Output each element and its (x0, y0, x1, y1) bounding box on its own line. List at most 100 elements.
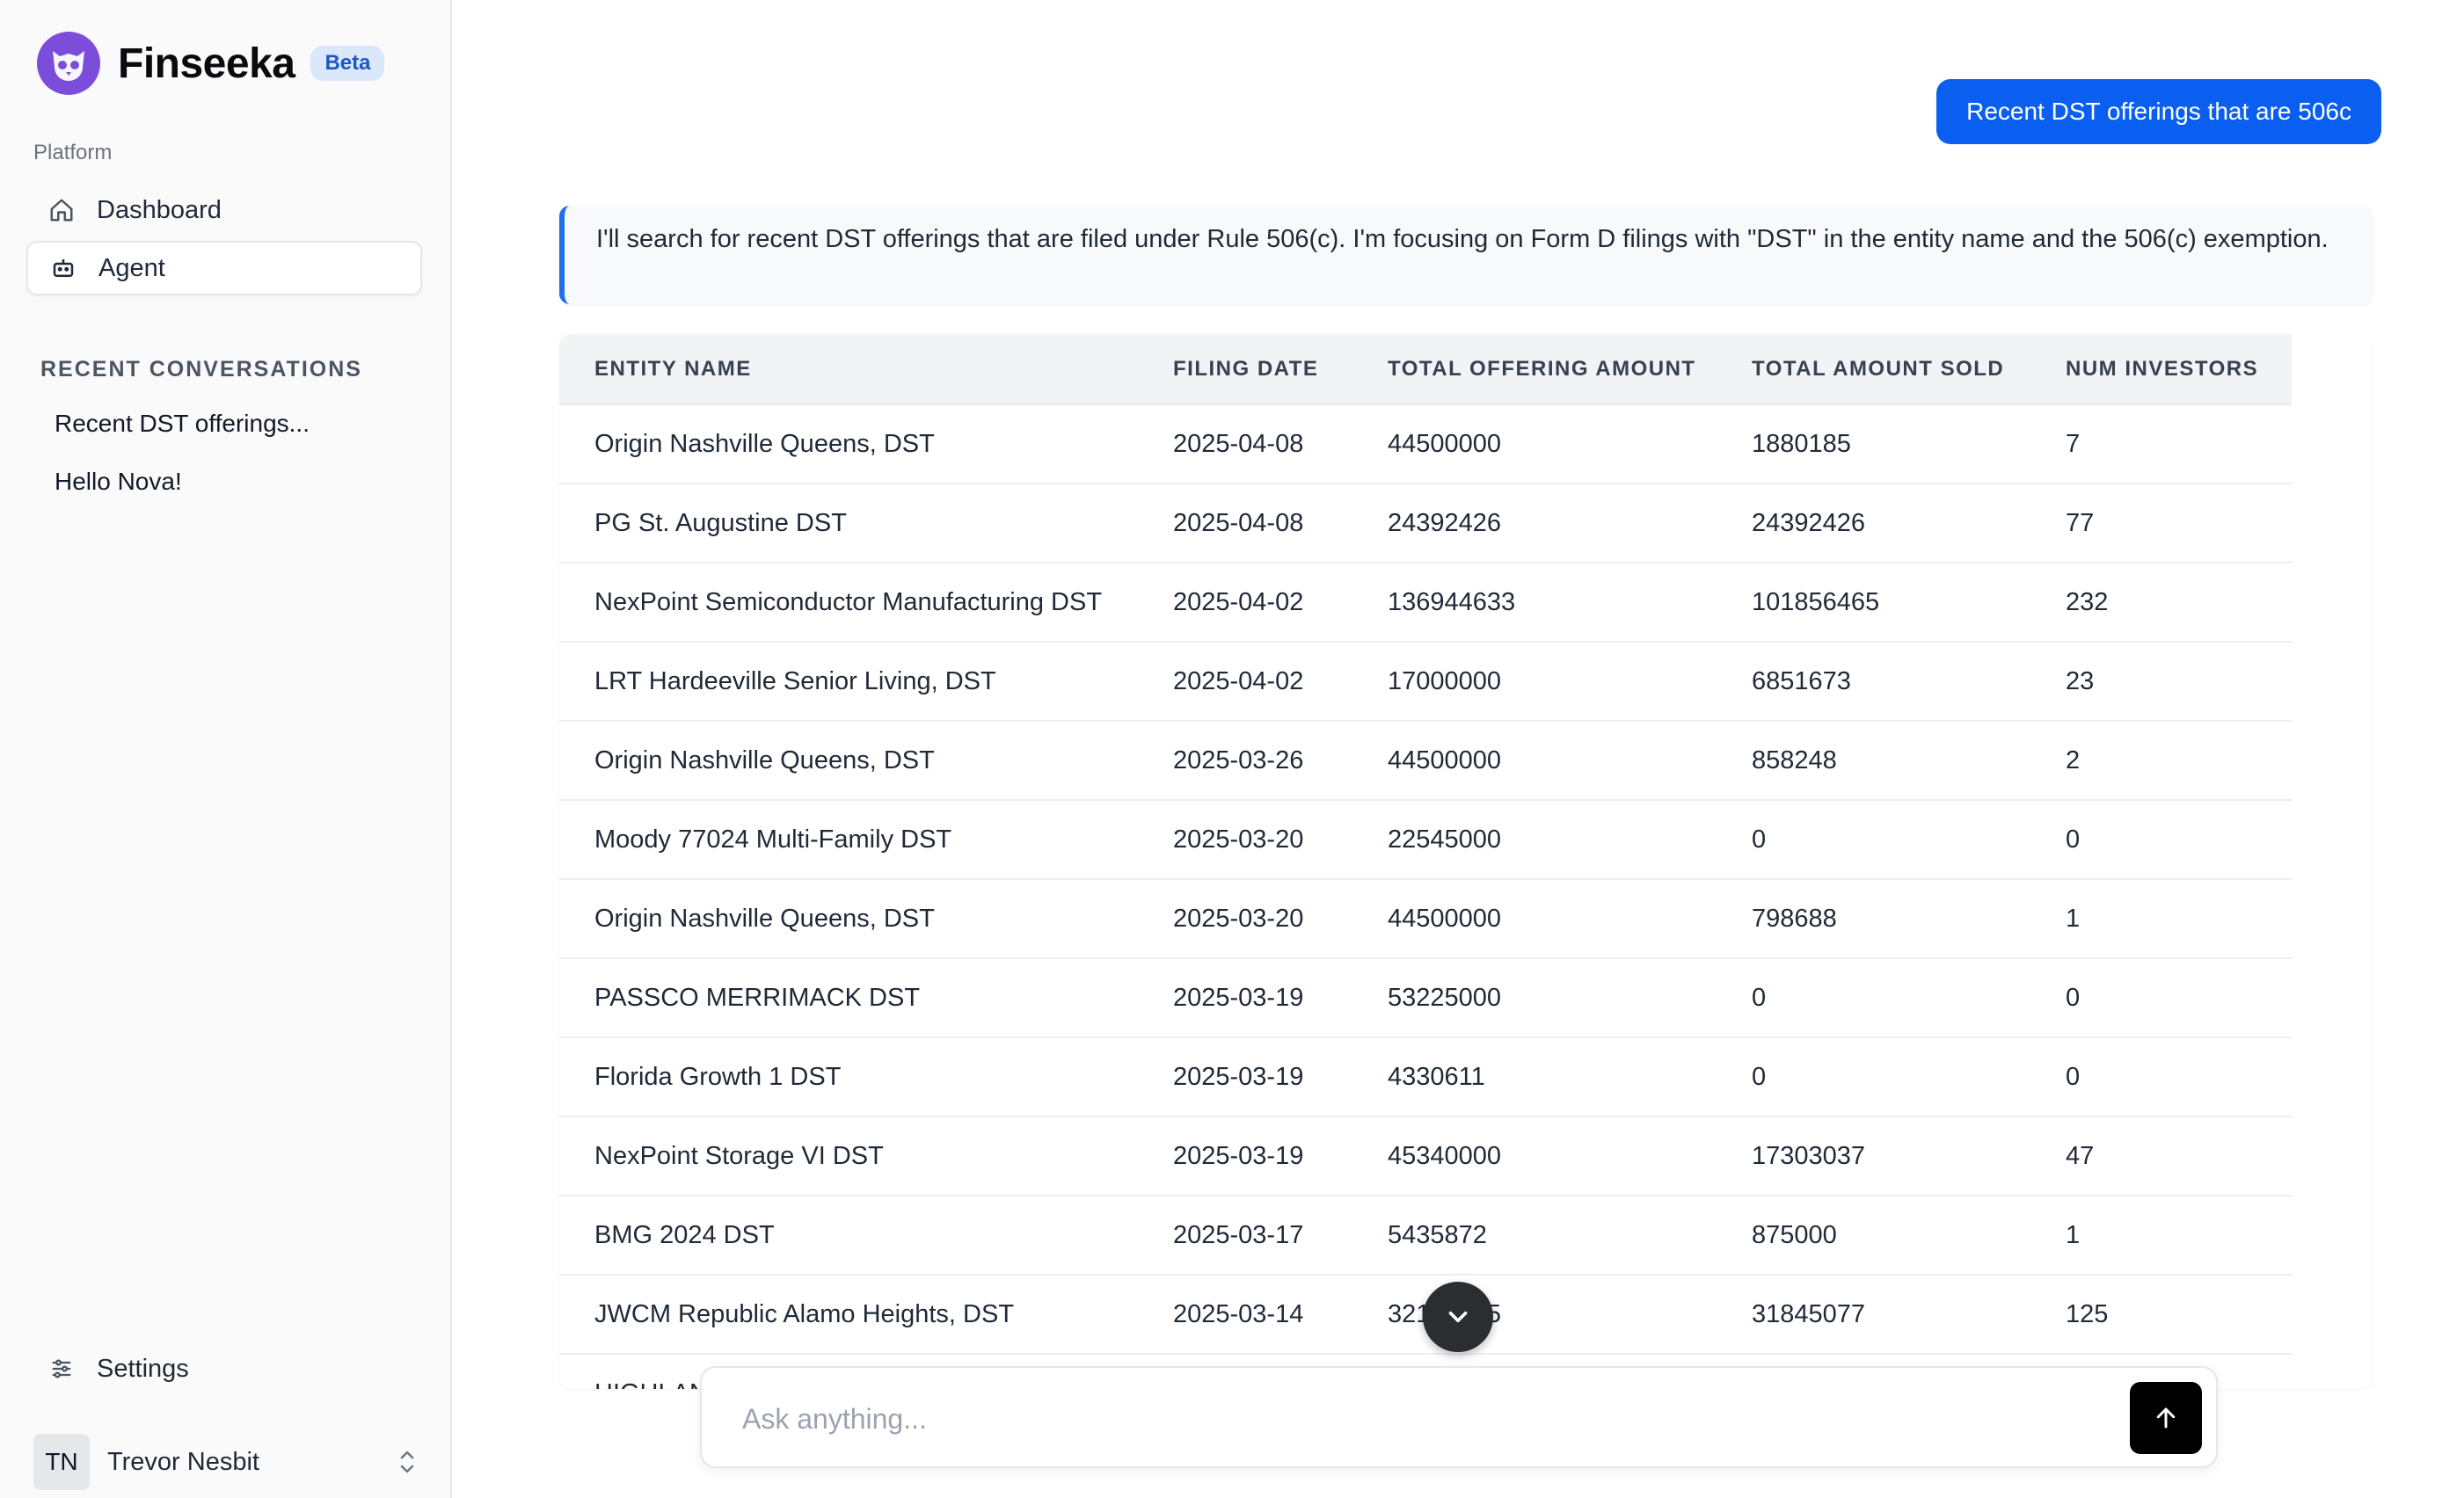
table-cell: 2 (2030, 721, 2292, 801)
table-cell: NexPoint Storage VI DST (559, 1116, 1138, 1196)
table-cell: 7 (2030, 404, 2292, 484)
table-cell: 5435872 (1352, 1196, 1717, 1276)
table-cell: NexPoint Semiconductor Manufacturing DST (559, 563, 1138, 643)
table-cell: 858248 (1717, 721, 2030, 801)
table-cell: BMG 2024 DST (559, 1196, 1138, 1276)
table-cell: 101856465 (1717, 563, 2030, 643)
owl-logo-icon (37, 32, 100, 95)
user-name: Trevor Nesbit (107, 1447, 259, 1476)
table-cell: 47 (2030, 1116, 2292, 1196)
table-cell: 2025-04-02 (1138, 642, 1352, 722)
table-cell: Origin Nashville Queens, DST (559, 721, 1138, 801)
results-table-card: ENTITY NAME FILING DATE TOTAL OFFERING A… (559, 334, 2373, 1389)
table-cell: 875000 (1717, 1196, 2030, 1276)
table-cell: 125 (2030, 1275, 2292, 1355)
table-row: Origin Nashville Queens, DST 2025-04-08 44… (559, 404, 2292, 484)
table-cell: 4330611 (1352, 1037, 1717, 1117)
table-cell: 798688 (1717, 879, 2030, 959)
sidebar-item-label: Agent (98, 253, 165, 282)
table-cell: 2025-03-26 (1138, 721, 1352, 801)
user-menu[interactable]: TN Trevor Nesbit (33, 1433, 420, 1491)
table-cell: 2025-04-08 (1138, 484, 1352, 564)
table-cell: 0 (2030, 1037, 2292, 1117)
table-cell: Origin Nashville Queens, DST (559, 879, 1138, 959)
platform-section-label: Platform (33, 141, 113, 164)
table-cell: 31845077 (1717, 1275, 2030, 1355)
send-button[interactable] (2130, 1382, 2202, 1454)
brand[interactable]: Finseeka Beta (37, 32, 385, 95)
table-cell: 2025-03-20 (1138, 800, 1352, 880)
table-cell: PG St. Augustine DST (559, 484, 1138, 564)
table-cell: 232 (2030, 563, 2292, 643)
table-cell: 136944633 (1352, 563, 1717, 643)
table-cell: 2025-03-19 (1138, 1116, 1352, 1196)
chat-input[interactable] (742, 1391, 2061, 1447)
arrow-up-icon (2156, 1407, 2176, 1429)
table-cell: 17000000 (1352, 642, 1717, 722)
table-cell: 24392426 (1717, 484, 2030, 564)
table-row: PASSCO MERRIMACK DST 2025-03-19 53225000 0 0 (559, 958, 2292, 1038)
table-cell: 32185245 (1352, 1275, 1717, 1355)
table-cell: 2025-03-14 (1138, 1275, 1352, 1355)
sidebar-item-label: Dashboard (97, 195, 222, 224)
table-cell: Moody 77024 Multi-Family DST (559, 800, 1138, 880)
chevron-down-icon (1448, 1311, 1468, 1323)
brand-name: Finseeka (118, 40, 295, 87)
sidebar-item-dashboard[interactable]: Dashboard (26, 183, 422, 237)
table-cell: 2025-04-02 (1138, 563, 1352, 643)
table-row: NexPoint Semiconductor Manufacturing DST… (559, 563, 2292, 643)
table-row: Origin Nashville Queens, DST 2025-03-26 44… (559, 721, 2292, 801)
sidebar: Finseeka Beta Platform Dashboard Agent R… (0, 0, 452, 1498)
table-row: Florida Growth 1 DST 2025-03-19 4330611 0 0 (559, 1037, 2292, 1117)
table-cell: 2025-03-17 (1138, 1196, 1352, 1276)
table-header-row: ENTITY NAME FILING DATE TOTAL OFFERING A… (559, 334, 2292, 405)
table-cell: 0 (1717, 1037, 2030, 1117)
assistant-message: I'll search for recent DST offerings tha… (559, 206, 2373, 304)
table-cell: JWCM Republic Alamo Heights, DST (559, 1275, 1138, 1355)
sidebar-item-agent[interactable]: Agent (26, 241, 422, 295)
table-cell: 2025-03-19 (1138, 1037, 1352, 1117)
sliders-icon (47, 1355, 76, 1383)
robot-icon (49, 254, 77, 282)
table-row: PG St. Augustine DST 2025-04-08 24392426 24… (559, 484, 2292, 564)
table-cell: 45340000 (1352, 1116, 1717, 1196)
table-cell: 77 (2030, 484, 2292, 564)
table-cell: 2025-03-20 (1138, 879, 1352, 959)
table-cell: 0 (2030, 800, 2292, 880)
column-header: FILING DATE (1138, 334, 1352, 405)
table-cell: 53225000 (1352, 958, 1717, 1038)
recent-conversations-title: RECENT CONVERSATIONS (40, 357, 362, 382)
conversation-item[interactable]: Recent DST offerings... (55, 410, 310, 438)
table-row: BMG 2024 DST 2025-03-17 5435872 875000 1 (559, 1196, 2292, 1276)
chat-composer (700, 1366, 2218, 1468)
table-body: Origin Nashville Queens, DST 2025-04-08 44… (559, 404, 2292, 1389)
column-header: TOTAL AMOUNT SOLD (1717, 334, 2030, 405)
table-row: LRT Hardeeville Senior Living, DST 2025-0… (559, 642, 2292, 722)
user-message-bubble: Recent DST offerings that are 506c (1936, 79, 2381, 144)
table-cell: 44500000 (1352, 404, 1717, 484)
table-cell: Florida Growth 1 DST (559, 1037, 1138, 1117)
sidebar-item-label: Settings (97, 1354, 189, 1383)
table-cell: 44500000 (1352, 721, 1717, 801)
table-row: Origin Nashville Queens, DST 2025-03-20 44… (559, 879, 2292, 959)
table-cell: PASSCO MERRIMACK DST (559, 958, 1138, 1038)
conversation-item[interactable]: Hello Nova! (55, 468, 182, 496)
beta-badge: Beta (310, 46, 385, 81)
table-cell: 0 (1717, 958, 2030, 1038)
table-cell: 44500000 (1352, 879, 1717, 959)
sidebar-item-settings[interactable]: Settings (26, 1342, 422, 1396)
table-cell: 2025-03-19 (1138, 958, 1352, 1038)
chat-main: Recent DST offerings that are 506c I'll … (454, 0, 2464, 1498)
table-cell: 0 (2030, 958, 2292, 1038)
home-icon (47, 196, 76, 224)
table-cell: 2025-04-08 (1138, 404, 1352, 484)
table-cell: 17303037 (1717, 1116, 2030, 1196)
chevrons-up-down-icon (394, 1447, 420, 1481)
table-cell: 23 (2030, 642, 2292, 722)
table-row: Moody 77024 Multi-Family DST 2025-03-20 22… (559, 800, 2292, 880)
scroll-down-button[interactable] (1423, 1282, 1493, 1352)
table-cell: 1 (2030, 879, 2292, 959)
table-cell: 22545000 (1352, 800, 1717, 880)
column-header: NUM INVESTORS (2030, 334, 2292, 405)
app-root: Finseeka Beta Platform Dashboard Agent R… (0, 0, 2464, 1498)
